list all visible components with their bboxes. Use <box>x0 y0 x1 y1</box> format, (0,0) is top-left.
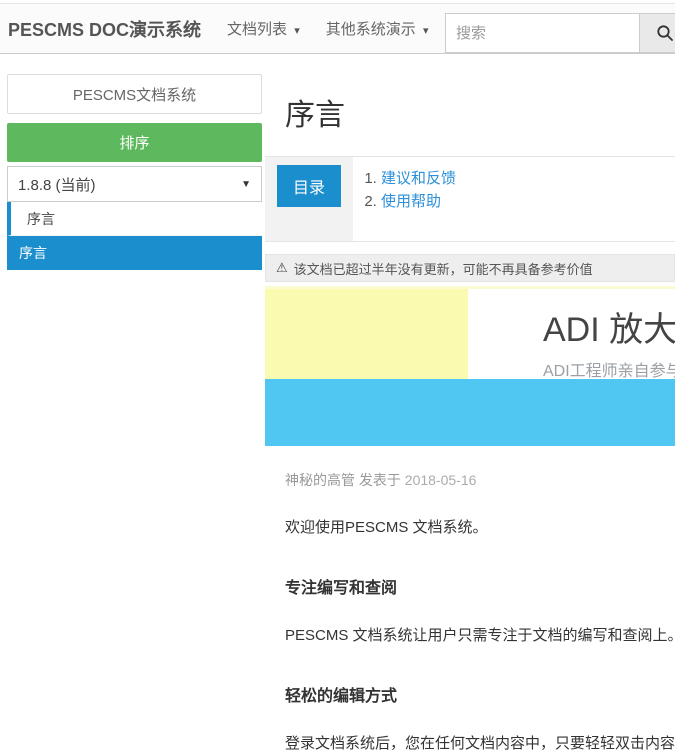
ad-subline: ADI工程师亲自参与 <box>543 357 675 379</box>
post-meta: 神秘的高管 发表于 2018-05-16 <box>285 470 675 490</box>
ad-text-block: ADI 放大器 ADI工程师亲自参与 <box>468 289 675 379</box>
toc-label: 目录 <box>277 165 341 207</box>
brand-logo[interactable]: PESCMS DOC演示系统 <box>8 16 201 42</box>
toc-link-feedback[interactable]: 建议和反馈 <box>381 170 456 187</box>
section-title-focus: 专注编写和查阅 <box>285 574 675 598</box>
toc-entry: 使用帮助 <box>381 190 456 213</box>
search-group <box>445 13 675 53</box>
search-icon <box>656 24 674 42</box>
sidebar-item-preface-active[interactable]: 序言 <box>7 236 262 270</box>
post-date: 2018-05-16 <box>405 472 477 488</box>
post-body: 神秘的高管 发表于 2018-05-16 欢迎使用PESCMS 文档系统。 专注… <box>265 470 675 753</box>
toc-list: 建议和反馈 使用帮助 <box>353 167 456 241</box>
toc-label-cell: 目录 <box>265 157 353 241</box>
chevron-down-icon: ▾ <box>423 25 429 37</box>
ad-headline: ADI 放大器 <box>543 302 675 351</box>
search-input[interactable] <box>445 13 640 53</box>
section-text-easy-edit: 登录文档系统后，您在任何文档内容中，只要轻轻双击内容任意 <box>285 732 675 753</box>
toc-panel: 目录 建议和反馈 使用帮助 <box>265 156 675 242</box>
page-body: PESCMS文档系统 排序 1.8.8 (当前) ▼ 序言 序言 序言 目录 建… <box>0 54 675 753</box>
sidebar: PESCMS文档系统 排序 1.8.8 (当前) ▼ 序言 序言 <box>0 54 262 270</box>
sidebar-item-label: 序言 <box>27 209 55 229</box>
toc-link-help[interactable]: 使用帮助 <box>381 193 441 210</box>
sidebar-item-preface[interactable]: 序言 <box>7 202 262 236</box>
ad-row: ADI 放大器 ADI工程师亲自参与 <box>265 289 675 379</box>
chevron-down-icon: ▾ <box>294 25 300 37</box>
ad-banner[interactable]: ADI 放大器 ADI工程师亲自参与 <box>265 286 675 446</box>
section-title-easy-edit: 轻松的编辑方式 <box>285 682 675 706</box>
sidebar-sort-button[interactable]: 排序 <box>7 123 262 162</box>
search-button[interactable] <box>640 13 675 53</box>
section-text-focus: PESCMS 文档系统让用户只需专注于文档的编写和查阅上。没有 <box>285 624 675 645</box>
ad-blue-bar <box>265 379 675 446</box>
nav-item-other-systems[interactable]: 其他系统演示 ▾ <box>326 18 429 39</box>
post-author: 神秘的高管 <box>285 472 355 488</box>
post-intro: 欢迎使用PESCMS 文档系统。 <box>285 516 675 537</box>
page-title: 序言 <box>285 90 675 134</box>
sidebar-system-button[interactable]: PESCMS文档系统 <box>7 74 262 114</box>
warning-icon: ⚠ <box>276 260 288 276</box>
post-published-label: 发表于 <box>359 472 401 488</box>
nav-item-doc-list[interactable]: 文档列表 ▾ <box>227 18 300 39</box>
ad-yellow-block <box>265 289 468 379</box>
sidebar-version-select[interactable]: 1.8.8 (当前) ▼ <box>7 166 262 202</box>
warning-text: 该文档已超过半年没有更新，可能不再具备参考价值 <box>294 259 593 278</box>
top-navbar: PESCMS DOC演示系统 文档列表 ▾ 其他系统演示 ▾ <box>0 3 675 54</box>
sidebar-item-label: 序言 <box>19 243 47 263</box>
sidebar-version-value: 1.8.8 (当前) <box>18 174 96 195</box>
stale-doc-warning: ⚠ 该文档已超过半年没有更新，可能不再具备参考价值 <box>265 254 675 282</box>
main-content: 序言 目录 建议和反馈 使用帮助 ⚠ 该文档已超过半年没有更新，可能不再具备参考… <box>262 54 675 753</box>
toc-entry: 建议和反馈 <box>381 167 456 190</box>
select-caret-icon: ▼ <box>241 179 251 190</box>
nav-item-other-systems-label: 其他系统演示 <box>326 21 416 38</box>
nav-item-doc-list-label: 文档列表 <box>227 21 287 38</box>
